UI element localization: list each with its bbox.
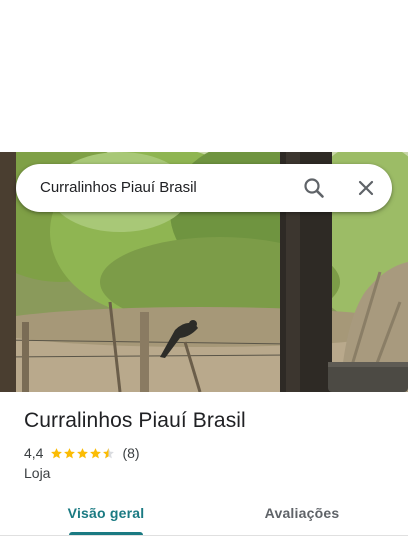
search-input[interactable]: Curralinhos Piauí Brasil (40, 164, 197, 212)
tab-reviews[interactable]: Avaliações (254, 496, 350, 536)
map-blank-area (0, 0, 408, 152)
search-button[interactable] (298, 172, 330, 204)
star-half-icon (103, 447, 115, 458)
place-category: Loja (24, 465, 51, 481)
review-count[interactable]: (8) (122, 445, 139, 461)
star-icon (77, 447, 89, 458)
star-icon (64, 447, 76, 458)
tab-divider (0, 535, 408, 536)
place-title: Curralinhos Piauí Brasil (24, 409, 246, 432)
search-icon (304, 178, 324, 198)
close-icon (358, 180, 374, 196)
tab-bar: Visão geral Avaliações (0, 496, 408, 536)
rating-value: 4,4 (24, 445, 44, 461)
tab-overview[interactable]: Visão geral (62, 496, 150, 536)
rating-stars (50, 447, 115, 460)
rating-row: 4,4 (8) (24, 444, 140, 462)
search-bar[interactable]: Curralinhos Piauí Brasil (16, 164, 392, 212)
close-button[interactable] (350, 172, 382, 204)
star-icon (90, 447, 102, 458)
star-icon (51, 447, 63, 458)
